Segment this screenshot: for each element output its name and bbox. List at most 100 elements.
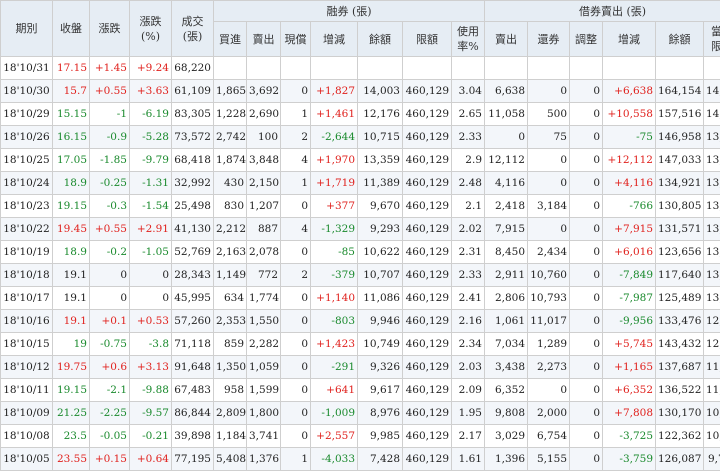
cell-short-daily-limit: 10,624 [704, 402, 720, 425]
cell-margin-usage: 2.33 [452, 126, 485, 149]
cell-margin-limit: 460,129 [403, 310, 452, 333]
cell-short-return: 2,000 [528, 402, 570, 425]
cell-date: 18'10/24 [1, 172, 53, 195]
cell-date: 18'10/31 [1, 57, 53, 80]
table-row: 18'10/2915.15-1-6.1983,3051,2282,6901+1,… [1, 103, 720, 126]
cell-change-pct: -0.21 [130, 425, 172, 448]
header-short-return: 還券 [528, 22, 570, 57]
cell-margin-usage: 2.1 [452, 195, 485, 218]
header-close: 收盤 [53, 1, 90, 57]
cell-short-adjust: 0 [570, 172, 603, 195]
cell-close: 18.9 [53, 172, 90, 195]
cell-short-daily-limit: 14,564 [704, 103, 720, 126]
cell-short-balance: 157,516 [656, 103, 704, 126]
cell-margin-repay: 0 [281, 425, 311, 448]
cell-change-pct: -5.28 [130, 126, 172, 149]
cell-margin-limit: 460,129 [403, 425, 452, 448]
cell-date: 18'10/29 [1, 103, 53, 126]
cell-short-balance: 126,087 [656, 448, 704, 471]
cell-margin-buy: 2,163 [214, 241, 247, 264]
cell-close: 17.15 [53, 57, 90, 80]
cell-margin-repay: 0 [281, 287, 311, 310]
cell-margin-sell: 3,848 [247, 149, 281, 172]
cell-short-sell: 7,915 [485, 218, 528, 241]
cell-margin-sell: 1,774 [247, 287, 281, 310]
cell-margin-buy: 2,742 [214, 126, 247, 149]
cell-short-balance: 164,154 [656, 80, 704, 103]
cell-change: 0 [90, 287, 130, 310]
cell-margin-balance: 10,715 [358, 126, 403, 149]
cell-margin-change: +1,423 [311, 333, 358, 356]
cell-margin-usage: 2.34 [452, 333, 485, 356]
cell-margin-sell: 2,150 [247, 172, 281, 195]
cell-change-pct: +3.63 [130, 80, 172, 103]
cell-short-return: 1,289 [528, 333, 570, 356]
cell-short-sell: 0 [485, 126, 528, 149]
header-margin-usage: 使用率% [452, 22, 485, 57]
cell-short-adjust: 0 [570, 425, 603, 448]
cell-margin-buy: 2,353 [214, 310, 247, 333]
cell-margin-balance: 9,670 [358, 195, 403, 218]
margin-short-table: 期別 收盤 漲跌 漲跌(%) 成交(張) 融券 (張) 借券賣出 (張) 買進 … [0, 0, 720, 471]
cell-short-return: 0 [528, 379, 570, 402]
cell-margin-buy: 830 [214, 195, 247, 218]
cell-margin-balance: 9,293 [358, 218, 403, 241]
cell-margin-balance: 10,622 [358, 241, 403, 264]
cell-short-balance: 143,432 [656, 333, 704, 356]
cell-volume: 83,305 [172, 103, 214, 126]
cell-short-balance: 146,958 [656, 126, 704, 149]
cell-short-daily-limit: 12,957 [704, 310, 720, 333]
cell-short-adjust: 0 [570, 241, 603, 264]
cell-margin-sell: 1,207 [247, 195, 281, 218]
cell-margin-usage [452, 57, 485, 80]
cell-volume: 73,572 [172, 126, 214, 149]
cell-margin-limit: 460,129 [403, 149, 452, 172]
cell-change-pct: -9.88 [130, 379, 172, 402]
table-row: 18'10/1219.75+0.6+3.1391,6481,3501,0590-… [1, 356, 720, 379]
cell-short-daily-limit: 13,287 [704, 172, 720, 195]
cell-short-adjust: 0 [570, 218, 603, 241]
cell-short-return: 500 [528, 103, 570, 126]
cell-short-change: +5,745 [603, 333, 656, 356]
cell-short-daily-limit: 14,893 [704, 80, 720, 103]
cell-margin-buy: 958 [214, 379, 247, 402]
cell-short-balance: 130,170 [656, 402, 704, 425]
cell-volume: 77,195 [172, 448, 214, 471]
cell-margin-sell: 1,376 [247, 448, 281, 471]
cell-margin-usage: 2.02 [452, 218, 485, 241]
cell-margin-change: +377 [311, 195, 358, 218]
cell-close: 21.25 [53, 402, 90, 425]
header-volume: 成交(張) [172, 1, 214, 57]
cell-date: 18'10/12 [1, 356, 53, 379]
cell-change: 0 [90, 264, 130, 287]
cell-margin-sell: 772 [247, 264, 281, 287]
cell-close: 18.9 [53, 241, 90, 264]
header-short-change: 增減 [603, 22, 656, 57]
table-row: 18'10/2517.05-1.85-9.7968,4181,8743,8484… [1, 149, 720, 172]
table-row: 18'10/1119.15-2.1-9.8867,4839581,5990+64… [1, 379, 720, 402]
table-body: 18'10/3117.15+1.45+9.2468,22018'10/3015.… [1, 57, 720, 471]
cell-margin-usage: 2.31 [452, 241, 485, 264]
cell-short-adjust: 0 [570, 310, 603, 333]
table-row: 18'10/1918.9-0.2-1.0552,7692,1632,0780-8… [1, 241, 720, 264]
cell-margin-sell: 3,692 [247, 80, 281, 103]
cell-margin-balance: 11,086 [358, 287, 403, 310]
cell-short-adjust: 0 [570, 195, 603, 218]
cell-margin-sell: 100 [247, 126, 281, 149]
cell-short-sell: 2,911 [485, 264, 528, 287]
cell-date: 18'10/11 [1, 379, 53, 402]
cell-volume: 68,418 [172, 149, 214, 172]
header-short-adjust: 調整 [570, 22, 603, 57]
cell-short-return: 2,273 [528, 356, 570, 379]
table-row: 18'10/3117.15+1.45+9.2468,220 [1, 57, 720, 80]
cell-margin-buy: 1,228 [214, 103, 247, 126]
cell-margin-usage: 2.9 [452, 149, 485, 172]
cell-close: 16.15 [53, 126, 90, 149]
header-short-daily-limit: 當日限額 [704, 22, 720, 57]
cell-close: 19 [53, 333, 90, 356]
cell-change: +0.55 [90, 218, 130, 241]
cell-change: -0.25 [90, 172, 130, 195]
cell-margin-limit: 460,129 [403, 379, 452, 402]
cell-margin-change: +641 [311, 379, 358, 402]
cell-margin-change: -85 [311, 241, 358, 264]
